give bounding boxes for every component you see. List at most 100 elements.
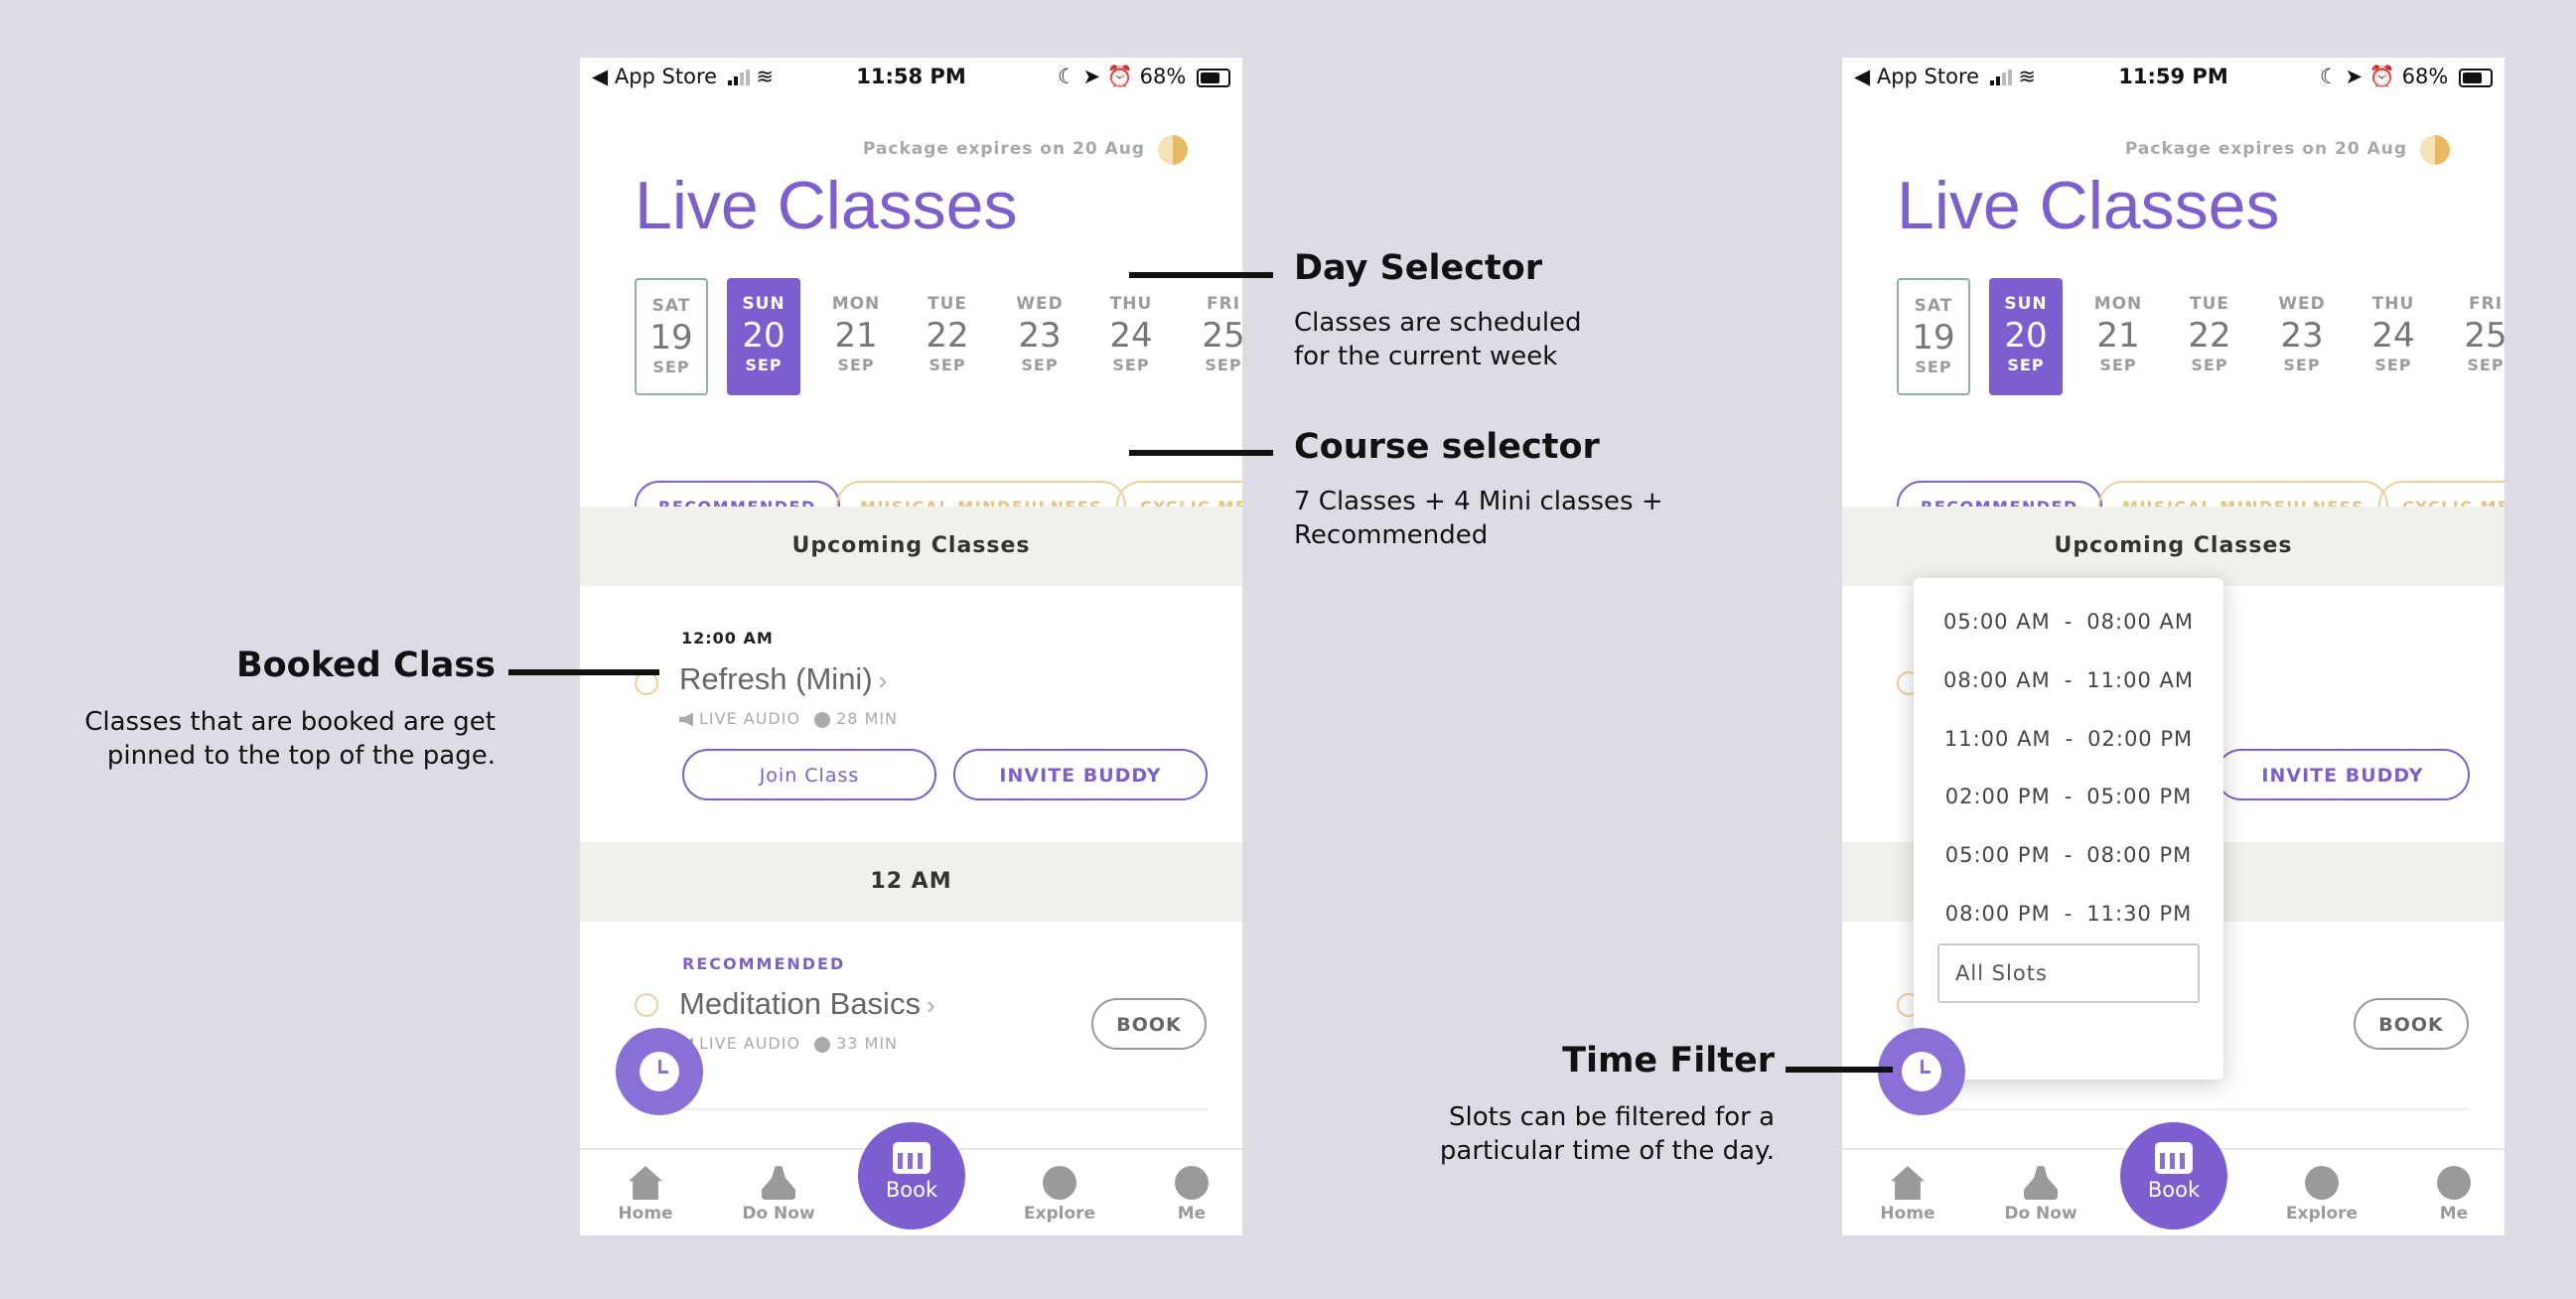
day-name: FRI: [2468, 294, 2504, 314]
nav-explore[interactable]: Explore: [2272, 1166, 2371, 1224]
slot-dash: -: [2064, 610, 2074, 634]
nav-me[interactable]: Me: [2404, 1166, 2504, 1224]
day-sat[interactable]: SAT 19 SEP: [1897, 278, 1970, 395]
day-thu[interactable]: THU 24 SEP: [2357, 278, 2430, 395]
day-month: SEP: [837, 356, 875, 374]
day-name: FRI: [1206, 294, 1241, 314]
class-title-text: Refresh (Mini): [679, 661, 873, 696]
day-sat[interactable]: SAT 19 SEP: [635, 278, 708, 395]
day-wed[interactable]: WED 23 SEP: [2265, 278, 2339, 395]
day-fri[interactable]: FRI 25 SEP: [1187, 278, 1242, 395]
moon-icon: ☾: [1057, 65, 1076, 88]
annotation-line: pinned to the top of the page.: [106, 741, 496, 771]
slot-from: 02:00 PM: [1944, 785, 2051, 808]
invite-buddy-button[interactable]: INVITE BUDDY: [953, 749, 1208, 800]
day-thu[interactable]: THU 24 SEP: [1094, 278, 1168, 395]
nav-label: Explore: [1023, 1204, 1096, 1224]
day-month: SEP: [2007, 356, 2045, 374]
annotation-booked-class-title: Booked Class: [235, 646, 496, 685]
slot-dash: -: [2064, 785, 2074, 808]
clock-icon: [814, 711, 831, 728]
slot-to: 08:00 PM: [2086, 843, 2193, 867]
slot-option[interactable]: 11:00 AM -02:00 PM: [1914, 727, 2223, 751]
nav-do-now[interactable]: Do Now: [729, 1166, 828, 1224]
page-title: Live Classes: [1897, 168, 2280, 243]
battery-icon: [2459, 68, 2493, 87]
day-selector: SAT 19 SEP SUN 20 SEP MON 21 SEP TUE 22 …: [1897, 278, 2504, 397]
class-type-icon: [635, 993, 658, 1017]
slot-from: 05:00 PM: [1944, 843, 2051, 867]
annotation-line: Classes are scheduled: [1294, 308, 1582, 338]
slot-option[interactable]: 05:00 PM -08:00 PM: [1914, 843, 2223, 867]
booked-class-title[interactable]: Refresh (Mini) ›: [679, 661, 887, 697]
nav-explore[interactable]: Explore: [1010, 1166, 1109, 1224]
home-icon: [1891, 1166, 1925, 1200]
book-button[interactable]: BOOK: [1091, 998, 1207, 1050]
nav-label: Home: [1880, 1204, 1935, 1224]
book-button[interactable]: BOOK: [2354, 998, 2469, 1050]
day-number: 25: [1202, 316, 1242, 356]
upcoming-classes-header: Upcoming Classes: [580, 506, 1242, 586]
annotation-line: Recommended: [1294, 520, 1489, 550]
invite-buddy-button[interactable]: INVITE BUDDY: [2216, 749, 2470, 800]
day-name: SAT: [651, 296, 691, 316]
day-sun[interactable]: SUN 20 SEP: [727, 278, 800, 395]
slot-option[interactable]: 02:00 PM -05:00 PM: [1914, 785, 2223, 808]
day-mon[interactable]: MON 21 SEP: [2081, 278, 2155, 395]
calendar-icon: [893, 1142, 930, 1174]
home-icon: [629, 1166, 662, 1200]
time-filter-button[interactable]: [616, 1028, 703, 1115]
slot-from: 05:00 AM: [1943, 610, 2051, 634]
battery-percent: 68%: [2401, 65, 2449, 88]
profile-icon: [1175, 1166, 1209, 1200]
calendar-icon: [2155, 1142, 2193, 1174]
battery-icon: [1197, 68, 1230, 87]
day-number: 20: [742, 316, 786, 356]
day-month: SEP: [2283, 356, 2321, 374]
day-number: 19: [649, 318, 693, 358]
nav-home[interactable]: Home: [1858, 1166, 1957, 1224]
day-month: SEP: [652, 358, 690, 376]
day-tue[interactable]: TUE 22 SEP: [911, 278, 984, 395]
slot-option[interactable]: 05:00 AM -08:00 AM: [1914, 610, 2223, 634]
nav-home[interactable]: Home: [596, 1166, 695, 1224]
nav-do-now[interactable]: Do Now: [1991, 1166, 2090, 1224]
day-month: SEP: [2099, 356, 2137, 374]
day-month: SEP: [2374, 356, 2412, 374]
chevron-right-icon: ›: [878, 665, 888, 695]
moon-phase-icon[interactable]: [1158, 135, 1188, 165]
day-month: SEP: [745, 356, 783, 374]
day-selector: SAT 19 SEP SUN 20 SEP MON 21 SEP TUE 22 …: [635, 278, 1242, 397]
day-month: SEP: [1915, 358, 1952, 376]
annotation-line: particular time of the day.: [1439, 1136, 1775, 1166]
day-number: 22: [2188, 316, 2231, 356]
recommended-class-title[interactable]: Meditation Basics ›: [679, 986, 935, 1022]
annotation-pointer: [508, 669, 659, 675]
day-fri[interactable]: FRI 25 SEP: [2449, 278, 2504, 395]
day-number: 23: [2280, 316, 2324, 356]
package-expiry: Package expires on 20 Aug: [2124, 139, 2407, 159]
slot-option[interactable]: 08:00 PM -11:30 PM: [1914, 902, 2223, 926]
annotation-booked-class-text: Classes that are booked are get pinned t…: [84, 705, 496, 773]
clock-icon: [1902, 1052, 1941, 1091]
nav-book[interactable]: Book: [2120, 1122, 2227, 1229]
nav-me[interactable]: Me: [1142, 1166, 1241, 1224]
moon-phase-icon[interactable]: [2420, 135, 2450, 165]
day-month: SEP: [1205, 356, 1242, 374]
nav-label: Do Now: [742, 1204, 815, 1224]
day-number: 23: [1018, 316, 1062, 356]
slot-option[interactable]: 08:00 AM -11:00 AM: [1914, 668, 2223, 692]
divider: [679, 1108, 1208, 1110]
day-tue[interactable]: TUE 22 SEP: [2173, 278, 2246, 395]
annotation-day-selector-title: Day Selector: [1294, 248, 1543, 288]
day-sun[interactable]: SUN 20 SEP: [1989, 278, 2063, 395]
day-number: 19: [1912, 318, 1955, 358]
nav-book[interactable]: Book: [858, 1122, 965, 1229]
annotation-line: Slots can be filtered for a: [1449, 1102, 1775, 1132]
day-month: SEP: [2467, 356, 2504, 374]
join-class-button[interactable]: Join Class: [682, 749, 936, 800]
day-mon[interactable]: MON 21 SEP: [819, 278, 893, 395]
meditation-icon: [2024, 1166, 2058, 1200]
day-wed[interactable]: WED 23 SEP: [1003, 278, 1076, 395]
all-slots-option[interactable]: All Slots: [1937, 943, 2200, 1003]
